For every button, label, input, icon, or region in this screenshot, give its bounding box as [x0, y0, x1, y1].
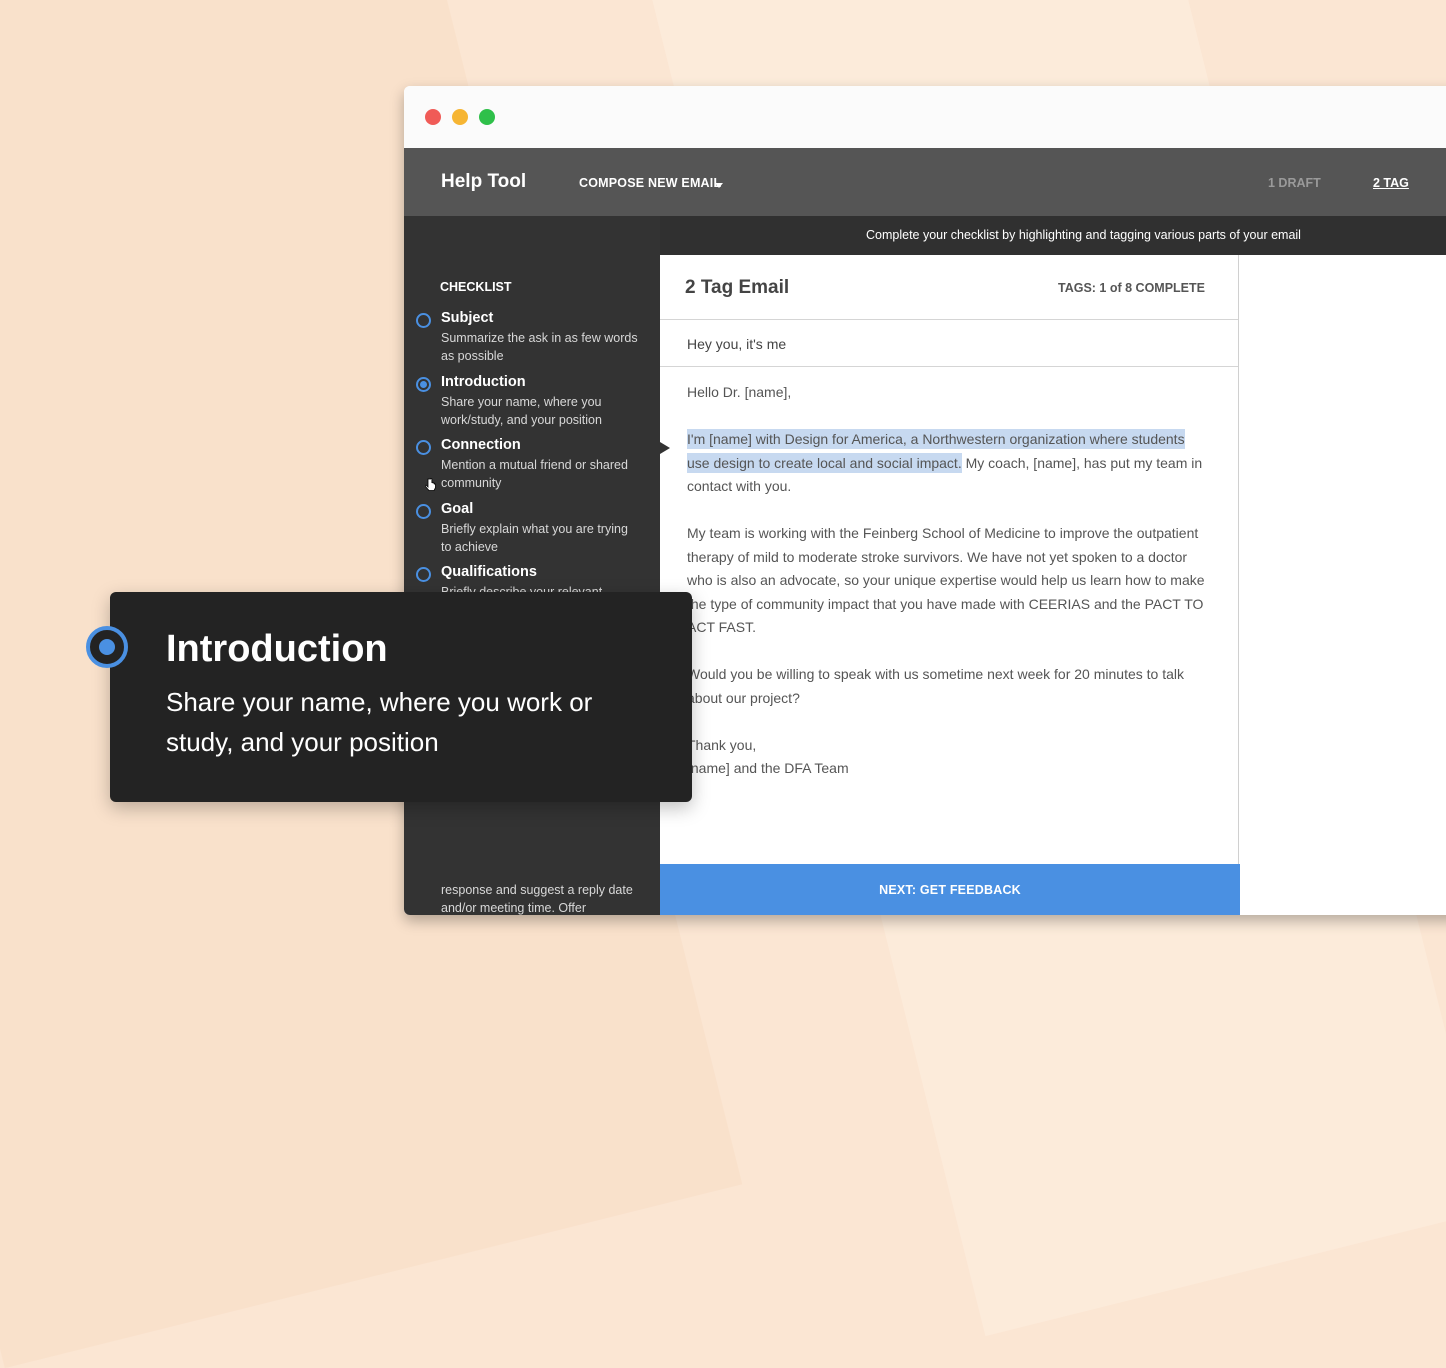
- email-signoff: Thank you, [name] and the DFA Team: [687, 734, 1208, 781]
- window-titlebar: [404, 86, 1446, 148]
- checklist-sidebar: CHECKLIST Subject Summarize the ask in a…: [404, 216, 660, 915]
- card-title: Introduction: [166, 628, 388, 670]
- checklist-item-title: Goal: [441, 501, 474, 517]
- checklist-heading: CHECKLIST: [440, 280, 512, 294]
- radio-empty-icon[interactable]: [416, 567, 431, 582]
- minimize-window-button[interactable]: [452, 109, 468, 125]
- editor-header: 2 Tag Email TAGS: 1 of 8 COMPLETE: [660, 255, 1238, 320]
- nav-tag-link[interactable]: 2 TAG: [1373, 176, 1409, 190]
- checklist-item-title: Subject: [441, 310, 494, 326]
- maximize-window-button[interactable]: [479, 109, 495, 125]
- subject-text: Hey you, it's me: [687, 336, 787, 352]
- instruction-bar: Complete your checklist by highlighting …: [660, 216, 1446, 255]
- checklist-item-desc: Briefly explain what you are trying to a…: [441, 522, 628, 554]
- instruction-text: Complete your checklist by highlighting …: [866, 228, 1301, 242]
- email-paragraph: Would you be willing to speak with us so…: [687, 666, 1184, 706]
- email-paragraph: My team is working with the Feinberg Sch…: [687, 525, 1205, 635]
- checklist-item-desc: Share your name, where you work/study, a…: [441, 395, 602, 427]
- checklist-item-title: Qualifications: [441, 564, 537, 580]
- email-paragraph: I'm [name] with Design for America, a No…: [687, 428, 1208, 499]
- nav-draft-link[interactable]: 1 DRAFT: [1268, 176, 1321, 190]
- radio-selected-icon: [86, 626, 128, 668]
- subject-field[interactable]: Hey you, it's me: [660, 320, 1238, 367]
- signoff-line: Thank you,: [687, 736, 757, 753]
- radio-empty-icon[interactable]: [416, 440, 431, 455]
- tooltip-card: Introduction Share your name, where you …: [110, 592, 692, 802]
- checklist-item-title: Connection: [441, 437, 521, 453]
- radio-selected-icon[interactable]: [416, 377, 431, 392]
- app-title: Help Tool: [441, 171, 527, 192]
- checklist-item-title: Introduction: [441, 374, 526, 390]
- checklist-item-desc: response and suggest a reply date and/or…: [441, 883, 633, 915]
- radio-empty-icon[interactable]: [416, 504, 431, 519]
- close-window-button[interactable]: [425, 109, 441, 125]
- card-description: Share your name, where you work or study…: [166, 687, 593, 757]
- tag-marker-arrow-icon: [660, 442, 670, 454]
- signoff-line: [name] and the DFA Team: [687, 760, 849, 776]
- radio-empty-icon[interactable]: [416, 313, 431, 328]
- app-header: Help Tool COMPOSE NEW EMAIL 1 DRAFT 2 TA…: [404, 148, 1446, 216]
- next-get-feedback-button[interactable]: NEXT: GET FEEDBACK: [660, 864, 1240, 915]
- compose-new-email-dropdown[interactable]: COMPOSE NEW EMAIL: [579, 176, 721, 190]
- caret-down-icon[interactable]: [715, 183, 723, 188]
- email-greeting: Hello Dr. [name],: [687, 384, 792, 400]
- checklist-item-desc: Summarize the ask in as few words as pos…: [441, 331, 638, 363]
- tags-status: TAGS: 1 of 8 COMPLETE: [1058, 281, 1205, 295]
- pointer-cursor-icon: [425, 478, 436, 491]
- email-title: 2 Tag Email: [685, 277, 790, 298]
- email-body[interactable]: Hello Dr. [name], I'm [name] with Design…: [660, 367, 1238, 781]
- checklist-item-desc: Mention a mutual friend or shared commun…: [441, 458, 628, 490]
- email-editor: 2 Tag Email TAGS: 1 of 8 COMPLETE Hey yo…: [660, 255, 1240, 915]
